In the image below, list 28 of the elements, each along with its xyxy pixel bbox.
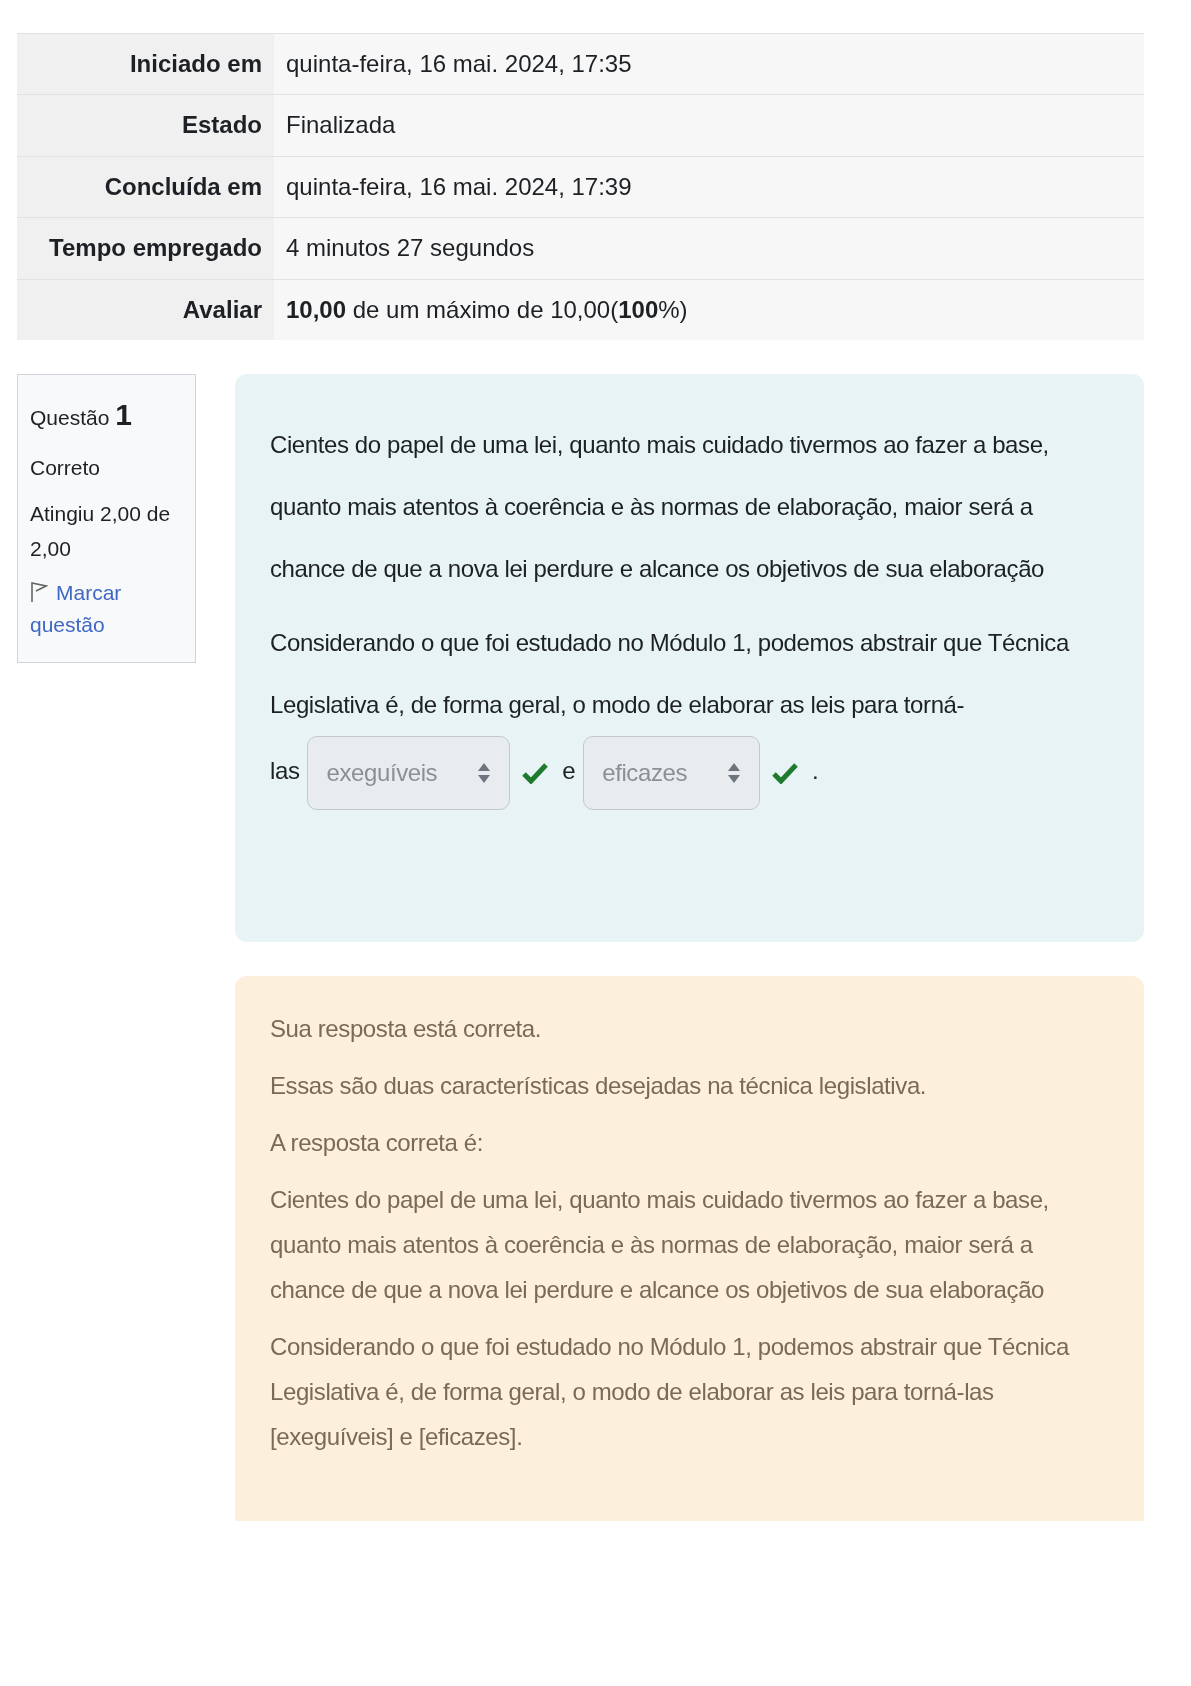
row-value: Finalizada [274, 94, 1144, 156]
row-label: Estado [17, 94, 274, 156]
row-value: quinta-feira, 16 mai. 2024, 17:39 [274, 155, 1144, 218]
feedback-text: Considerando o que foi estudado no Módulo 1, podemos abstrair que Técnica Legislativa é, de forma geral, o modo de elaborar as leis para torná-las [exeguíveis] e [eficazes]. [270, 1331, 1071, 1452]
row-label: Concluída em [17, 155, 274, 218]
question-text: . [812, 757, 819, 785]
flag-icon [30, 581, 48, 603]
sort-arrows-icon [727, 761, 742, 784]
question-text: Cientes do papel de uma lei, quanto mais cuidado tivermos ao fazer a base, quanto mais atentos à coerência e às normas de elaboração, maior será a chance de que a nova lei perdure e alcance os objetivos de sua elaboração [270, 429, 1050, 584]
sort-arrows-icon [477, 761, 492, 784]
feedback-text: Cientes do papel de uma lei, quanto mais cuidado tivermos ao fazer a base, quanto mais atentos à coerência e às normas de elaboração, maior será a chance de que a nova lei perdure e alcance os objetivos de sua elaboração [270, 1184, 1050, 1305]
answer-dropdown[interactable]: exeguíveis [307, 735, 511, 810]
row-label: Tempo empregado [17, 217, 274, 279]
row-label: Iniciado em [17, 33, 274, 95]
question-grade: Atingiu 2,00 de 2,00 [30, 500, 172, 563]
row-value: quinta-feira, 16 mai. 2024, 17:35 [274, 33, 1144, 95]
feedback-text: Sua resposta está correta. [270, 1013, 543, 1044]
question-text: las [270, 757, 300, 785]
feedback-text: A resposta correta é: [270, 1127, 485, 1158]
row-value: 4 minutos 27 segundos [274, 217, 1144, 279]
question-state: Correto [30, 454, 102, 481]
row-value: 10,00 de um máximo de 10,00(100%) [274, 278, 1144, 340]
row-label: Avaliar [17, 278, 274, 340]
answer-dropdown[interactable]: eficazes [583, 735, 761, 810]
question-text: e [562, 757, 576, 785]
question-number: Questão 1 [30, 396, 133, 433]
feedback-text: Essas são duas características desejadas na técnica legislativa. [270, 1070, 928, 1101]
flag-question-link[interactable]: Marcar questão [30, 577, 183, 640]
